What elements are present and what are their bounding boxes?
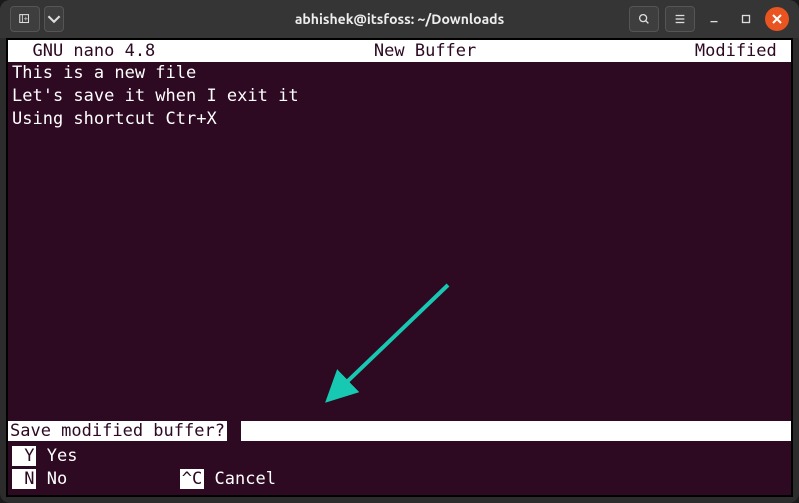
shortcut-key-no[interactable]: N	[12, 469, 36, 489]
terminal-window: + abhishek@itsfoss: ~/Downloads	[0, 0, 799, 503]
shortcut-label-no: No	[36, 469, 67, 489]
nano-prompt-text: Save modified buffer?	[8, 421, 227, 441]
nano-app-name: GNU nano 4.8	[12, 41, 155, 61]
nano-header: GNU nano 4.8 New Buffer Modified	[8, 40, 791, 62]
nano-buffer-name: New Buffer	[374, 41, 476, 61]
search-button[interactable]	[629, 6, 659, 32]
new-tab-button[interactable]: +	[10, 6, 40, 32]
shortcut-key-cancel[interactable]: ^C	[180, 469, 204, 489]
nano-content: This is a new file Let's save it when I …	[8, 62, 791, 131]
window-title: abhishek@itsfoss: ~/Downloads	[295, 11, 504, 27]
shortcut-key-yes[interactable]: Y	[12, 446, 36, 466]
menu-button[interactable]	[665, 6, 695, 32]
nano-status: Modified	[695, 41, 787, 61]
titlebar-right	[629, 6, 789, 32]
cursor	[231, 421, 241, 441]
shortcut-label-yes: Yes	[36, 446, 77, 466]
tab-dropdown-button[interactable]	[44, 6, 64, 32]
shortcut-label-cancel: Cancel	[204, 469, 276, 489]
nano-shortcuts: Y Yes N No ^C Cancel	[12, 445, 276, 491]
nano-prompt-row: Save modified buffer?	[8, 421, 791, 441]
titlebar-left: +	[10, 6, 64, 32]
titlebar: + abhishek@itsfoss: ~/Downloads	[0, 0, 799, 38]
svg-text:+: +	[24, 15, 28, 23]
terminal-area[interactable]: GNU nano 4.8 New Buffer Modified This is…	[6, 38, 793, 497]
nano-prompt-input[interactable]	[231, 421, 791, 441]
minimize-button[interactable]	[701, 6, 727, 32]
close-button[interactable]	[765, 7, 789, 31]
maximize-button[interactable]	[733, 6, 759, 32]
